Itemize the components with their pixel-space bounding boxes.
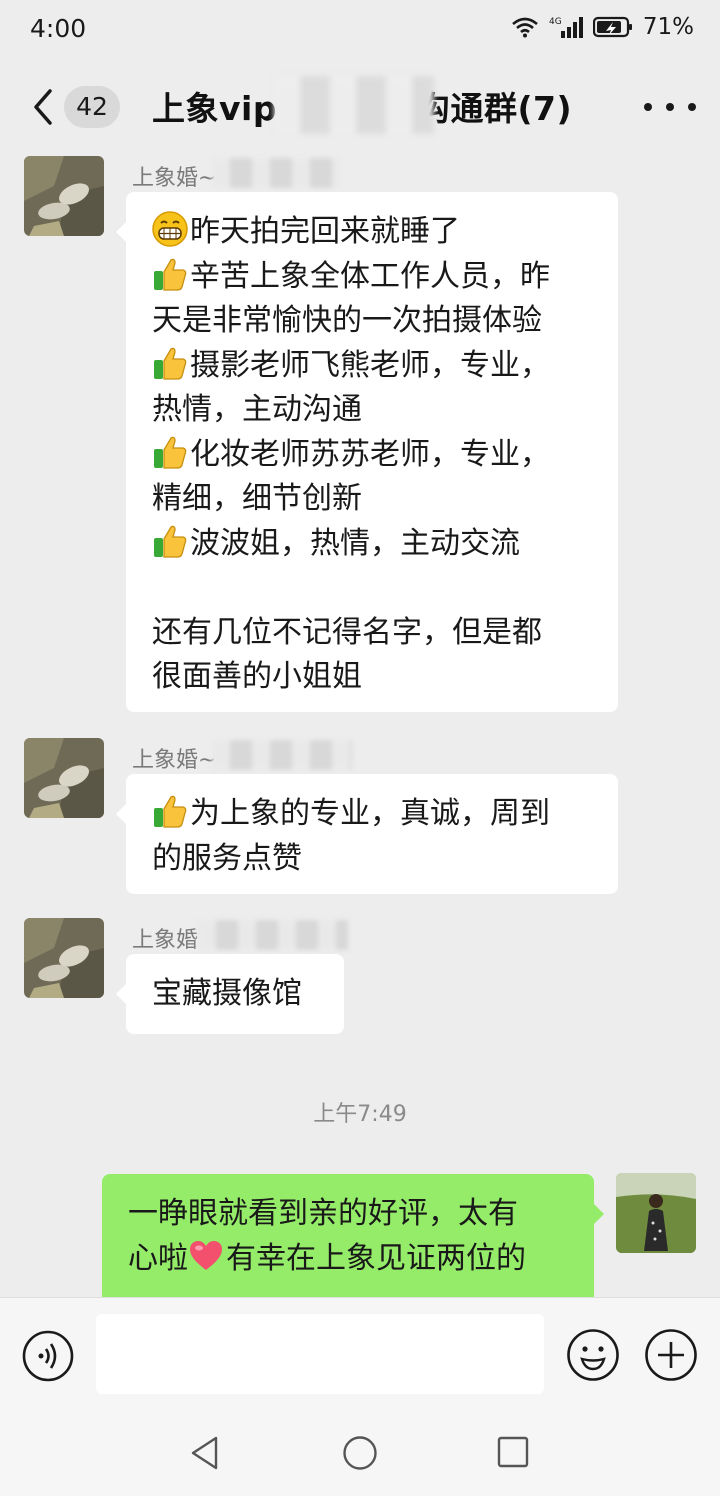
add-icon[interactable] <box>644 1328 698 1382</box>
back-arrow-icon[interactable] <box>28 86 58 128</box>
system-recent-apps-icon[interactable] <box>496 1435 530 1469</box>
message-bubble[interactable]: 为上象的专业，真诚，周到 的服务点赞 <box>116 774 618 894</box>
unread-count-badge[interactable]: 42 <box>64 86 120 128</box>
more-dot-icon <box>688 103 696 111</box>
message-line: 昨天拍完回来就睡了 <box>152 210 592 255</box>
thumbs-up-emoji-icon <box>154 436 187 469</box>
name-redaction-mask <box>198 920 348 950</box>
message-input[interactable] <box>96 1314 544 1394</box>
system-navigation-bar <box>0 1413 720 1496</box>
emoji-icon[interactable] <box>566 1328 620 1382</box>
sender-name: 上象婚~ <box>132 748 217 773</box>
message-line: 的服务点赞 <box>152 840 302 876</box>
chat-header: 42 上象vip 沟通群(7) <box>0 62 720 152</box>
wifi-icon <box>512 17 538 38</box>
grin-emoji-icon <box>152 211 188 247</box>
name-redaction-mask <box>212 740 352 770</box>
system-back-icon[interactable] <box>188 1435 222 1471</box>
sender-name: 上象婚 <box>132 928 199 953</box>
my-avatar[interactable] <box>616 1173 696 1253</box>
message-line: 心啦 有幸在上象见证两位的 <box>128 1237 568 1282</box>
cellular-signal-icon: 4G <box>549 17 583 38</box>
message-line: 还有几位不记得名字，但是都 <box>152 614 542 650</box>
status-time: 4:00 <box>30 14 87 43</box>
message-line: 波波姐，热情，主动交流 <box>152 522 592 567</box>
chat-title-prefix: 上象vip <box>152 89 277 128</box>
battery-percent: 71% <box>642 14 694 40</box>
rock-photo-icon <box>24 738 104 818</box>
message-line: 天是非常愉快的一次拍摄体验 <box>152 303 542 338</box>
message-timestamp: 上午7:49 <box>313 1102 407 1127</box>
message-line: 精细，细节创新 <box>152 481 362 516</box>
sender-name: 上象婚~ <box>132 166 217 191</box>
status-indicators: 4G 71% <box>511 14 694 40</box>
message-bubble[interactable]: 宝藏摄像馆 <box>116 954 344 1034</box>
rock-photo-icon <box>24 918 104 998</box>
sender-avatar[interactable] <box>24 156 104 236</box>
message-line: 热情，主动沟通 <box>152 392 362 427</box>
thumbs-up-emoji-icon <box>154 347 187 380</box>
thumbs-up-emoji-icon <box>154 525 187 558</box>
rock-photo-icon <box>24 156 104 236</box>
title-redaction-mask <box>274 76 434 134</box>
message-line: 辛苦上象全体工作人员，昨 <box>152 255 592 300</box>
status-bar: 4:00 4G 71% <box>0 0 720 62</box>
sender-avatar[interactable] <box>24 918 104 998</box>
message-line: 为上象的专业，真诚，周到 <box>152 792 592 837</box>
message-line: 摄影老师飞熊老师，专业， <box>152 344 592 389</box>
sender-avatar[interactable] <box>24 738 104 818</box>
thumbs-up-emoji-icon <box>154 258 187 291</box>
system-home-icon[interactable] <box>342 1435 378 1471</box>
message-line: 一睁眼就看到亲的好评，太有 <box>128 1196 518 1231</box>
more-options-button[interactable] <box>644 90 696 124</box>
message-line: 很面善的小姐姐 <box>152 659 362 694</box>
voice-input-icon[interactable] <box>22 1330 74 1382</box>
input-bar <box>0 1297 720 1413</box>
battery-icon <box>592 16 632 38</box>
person-photo-icon <box>616 1173 696 1253</box>
message-line: 宝藏摄像馆 <box>152 976 302 1011</box>
more-dot-icon <box>644 103 652 111</box>
thumbs-up-emoji-icon <box>154 795 187 828</box>
chat-title-suffix: 沟通群(7) <box>416 89 573 128</box>
name-redaction-mask <box>212 158 340 188</box>
heart-emoji-icon <box>190 1240 222 1270</box>
message-line: 化妆老师苏苏老师，专业， <box>152 433 592 478</box>
more-dot-icon <box>666 103 674 111</box>
svg-text:4G: 4G <box>549 17 562 27</box>
message-bubble[interactable]: 昨天拍完回来就睡了 辛苦上象全体工作人员，昨 天是非常愉快的一次拍摄体验 摄影老… <box>116 192 618 712</box>
